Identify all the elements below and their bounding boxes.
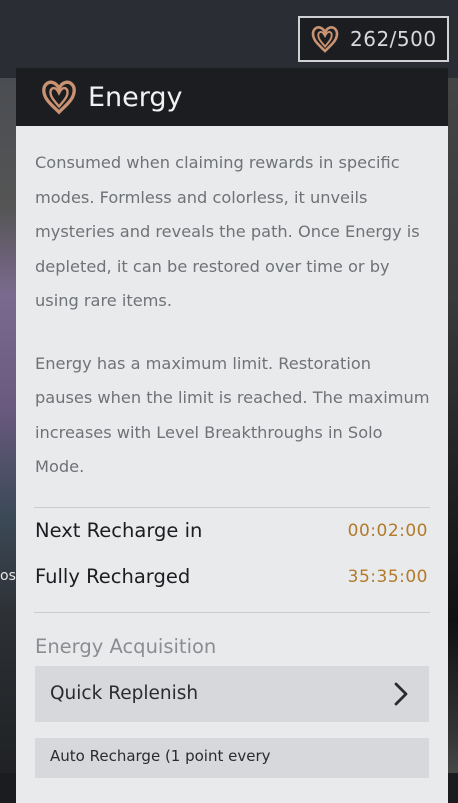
energy-counter-button[interactable]: 262/500: [298, 16, 449, 62]
next-recharge-timer: 00:02:00: [347, 520, 428, 541]
divider: [34, 611, 430, 613]
energy-tooltip-panel: Energy Consumed when claiming rewards in…: [16, 68, 448, 803]
energy-heart-icon: [42, 80, 76, 115]
background-image-left: [0, 78, 16, 803]
auto-recharge-label: Auto Recharge (1 point every: [50, 746, 271, 765]
energy-counter-value: 262/500: [350, 27, 437, 51]
fully-recharged-label: Fully Recharged: [35, 565, 191, 588]
auto-recharge-info: Auto Recharge (1 point every: [35, 737, 429, 778]
panel-title: Energy: [88, 81, 183, 113]
chevron-right-icon: [394, 682, 408, 705]
quick-replenish-label: Quick Replenish: [50, 683, 199, 704]
description-paragraph-1: Consumed when claiming rewards in specif…: [35, 153, 420, 310]
next-recharge-row: Next Recharge in 00:02:00: [35, 508, 428, 554]
fully-recharged-timer: 35:35:00: [347, 566, 428, 587]
description-paragraph-2: Energy has a maximum limit. Restoration …: [35, 353, 430, 477]
fully-recharged-row: Fully Recharged 35:35:00: [35, 554, 428, 600]
energy-description: Consumed when claiming rewards in specif…: [16, 126, 448, 485]
background-left-text: os: [0, 568, 16, 584]
panel-header: Energy: [16, 68, 448, 126]
quick-replenish-button[interactable]: Quick Replenish: [35, 665, 429, 722]
energy-heart-icon: [311, 26, 339, 53]
next-recharge-label: Next Recharge in: [35, 519, 203, 542]
energy-acquisition-title: Energy Acquisition: [35, 634, 217, 658]
